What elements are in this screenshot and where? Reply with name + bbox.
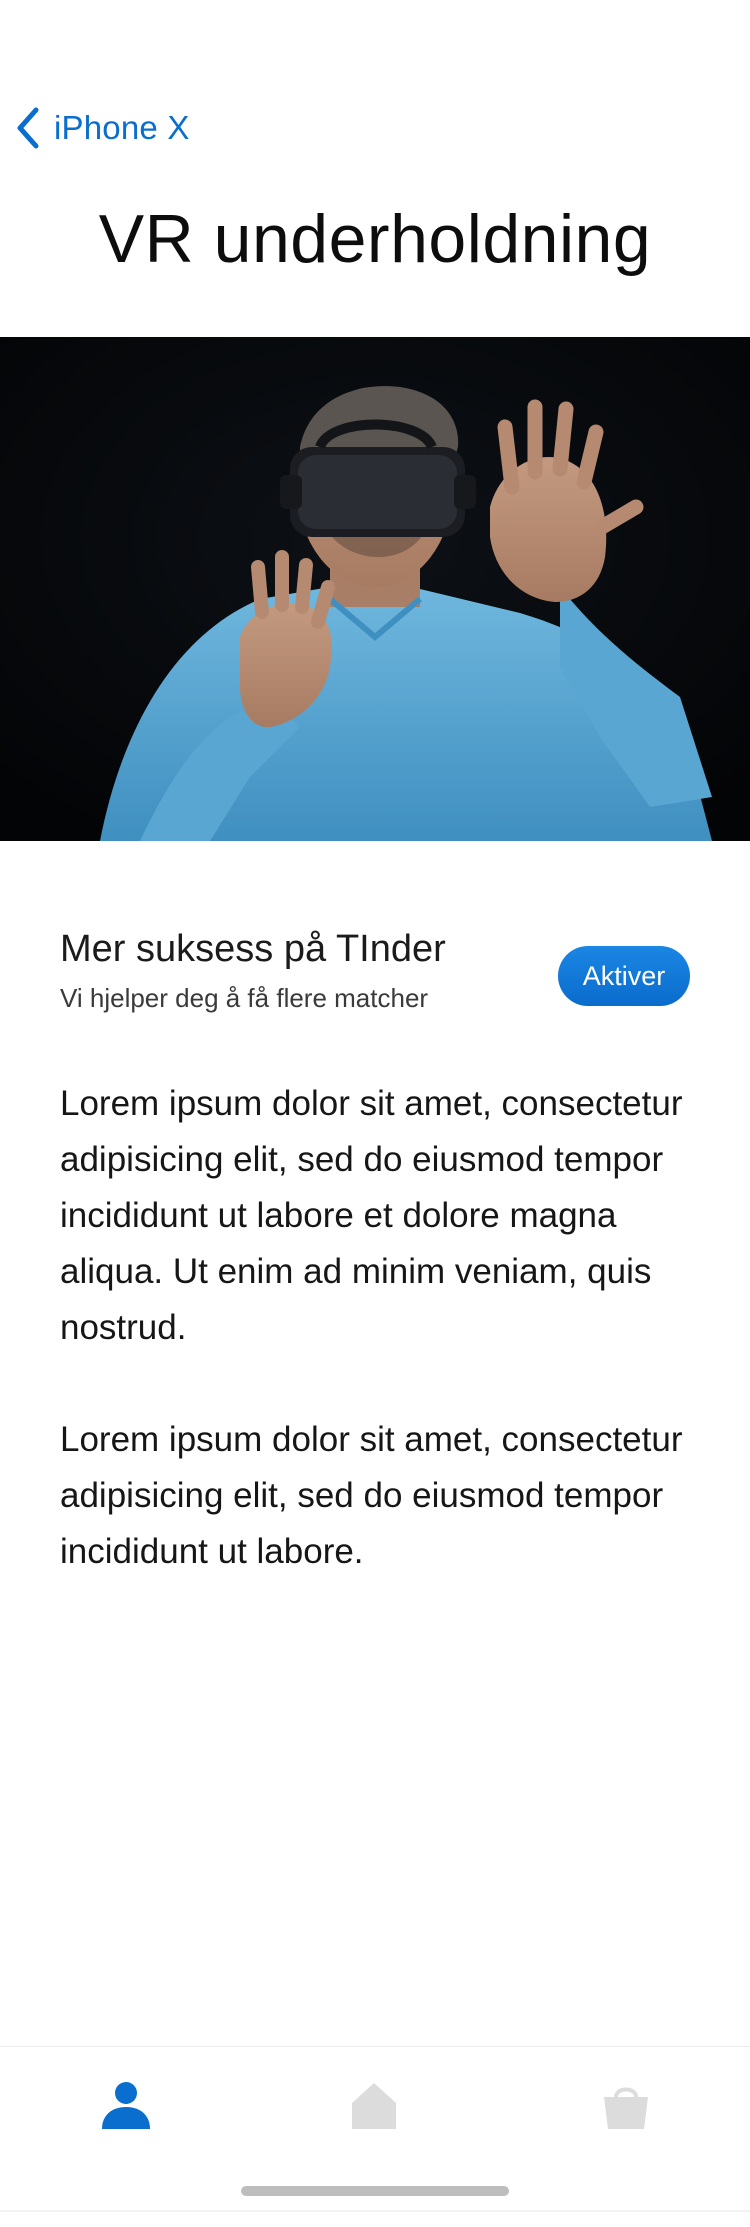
tab-bar [0, 2046, 750, 2227]
promo-banner: Mer suksess på TInder Vi hjelper deg å f… [60, 928, 690, 1013]
tab-home[interactable] [334, 2067, 414, 2147]
home-indicator [241, 2186, 509, 2196]
promo-subtitle: Vi hjelper deg å få flere matcher [60, 983, 429, 1013]
promo-title: Mer suksess på TInder [60, 928, 446, 970]
activate-button[interactable]: Aktiver [558, 946, 690, 1006]
body-paragraph: Lorem ipsum dolor sit amet, consectetur … [60, 1420, 683, 1571]
back-button[interactable]: iPhone X [14, 104, 190, 152]
back-button-label: iPhone X [54, 109, 190, 146]
tab-shop[interactable] [586, 2067, 666, 2147]
person-icon [100, 2079, 152, 2136]
tab-profile[interactable] [86, 2067, 166, 2147]
page-title: VR underholdning [98, 201, 652, 277]
shopping-bag-icon [600, 2079, 652, 2136]
hero-image [0, 337, 750, 841]
home-icon [348, 2079, 400, 2136]
bottom-edge-divider [0, 2210, 750, 2212]
chevron-left-icon [14, 106, 42, 150]
body-paragraph: Lorem ipsum dolor sit amet, consectetur … [60, 1084, 683, 1347]
